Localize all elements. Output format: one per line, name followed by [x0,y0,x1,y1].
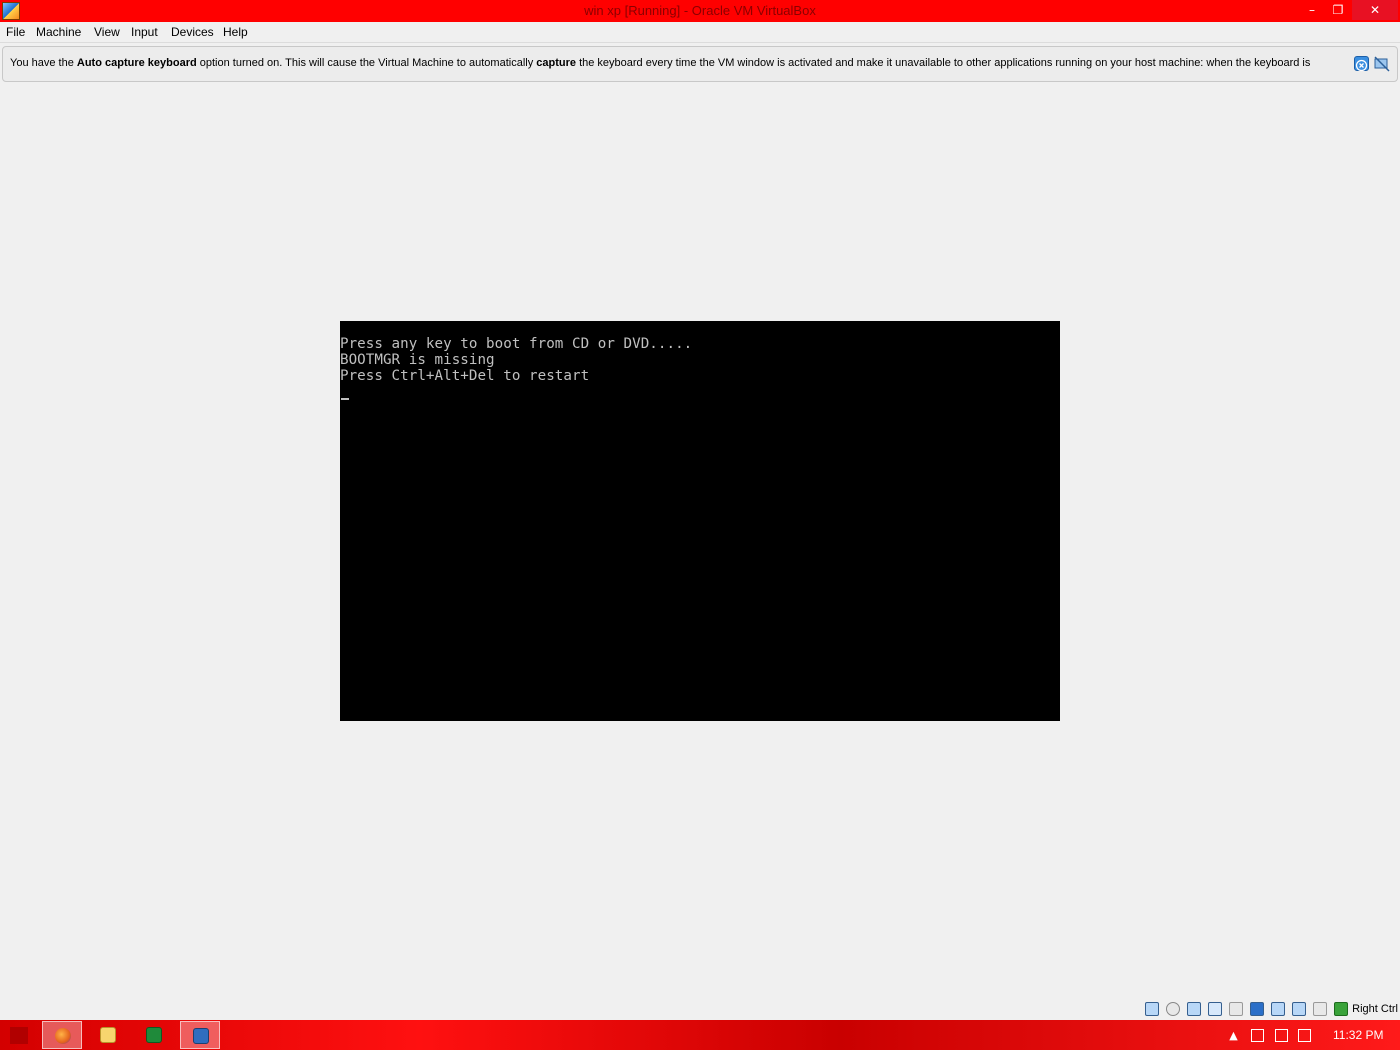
console-line: Press Ctrl+Alt+Del to restart [340,368,590,384]
menu-file[interactable]: File [6,25,25,39]
minimize-button[interactable]: – [1298,0,1326,20]
usb-icon[interactable] [1208,1002,1222,1016]
optical-drive-icon[interactable] [1166,1002,1180,1016]
window-title: win xp [Running] - Oracle VM VirtualBox [584,3,816,18]
taskbar-file-explorer[interactable] [88,1021,128,1049]
close-button[interactable]: ✕ [1352,0,1398,20]
console-line: Press any key to boot from CD or DVD....… [340,336,693,352]
host-key-label: Right Ctrl [1352,1003,1398,1015]
menu-view[interactable]: View [94,25,120,39]
taskbar-excel[interactable] [134,1021,174,1049]
hard-disk-icon[interactable] [1145,1002,1159,1016]
window-title-bar: win xp [Running] - Oracle VM VirtualBox … [0,0,1400,22]
mouse-integration-icon[interactable] [1292,1002,1306,1016]
menu-input[interactable]: Input [131,25,158,39]
notice-bold-part: capture [536,57,577,69]
vm-display[interactable]: Press any key to boot from CD or DVD....… [340,321,1060,721]
notice-text-part: option turned on. This will cause the Vi… [196,57,537,69]
notice-bold-part: Auto capture keyboard [76,57,197,69]
virtualbox-icon [193,1028,209,1044]
notice-text-part: You have the [10,57,77,69]
guest-additions-icon[interactable] [1313,1002,1327,1016]
network-tray-icon[interactable] [1275,1029,1288,1042]
taskbar-clock[interactable]: 11:32 PM [1333,1028,1383,1042]
shared-folders-icon[interactable] [1229,1002,1243,1016]
file-explorer-icon [100,1027,116,1043]
firefox-icon [55,1028,71,1044]
console-cursor [341,398,349,400]
menu-machine[interactable]: Machine [36,25,81,39]
volume-muted-icon[interactable] [1298,1029,1311,1042]
restore-button[interactable]: ❐ [1324,0,1352,20]
taskbar-firefox[interactable] [42,1021,82,1049]
show-hidden-icons-icon[interactable]: ▲ [1227,1029,1240,1042]
taskbar-virtualbox[interactable] [180,1021,220,1049]
display-icon[interactable] [1250,1002,1264,1016]
menu-devices[interactable]: Devices [171,25,214,39]
menu-bar: File Machine View Input Devices Help [0,22,1400,43]
excel-icon [146,1027,162,1043]
video-capture-icon[interactable] [1271,1002,1285,1016]
notice-message: You have the Auto capture keyboard optio… [10,57,1345,69]
do-not-show-again-icon[interactable] [1374,56,1390,72]
host-key-icon[interactable] [1334,1002,1348,1016]
auto-capture-keyboard-notice: You have the Auto capture keyboard optio… [2,46,1398,82]
start-button[interactable] [10,1027,28,1044]
console-line: BOOTMGR is missing [340,352,495,368]
action-center-flag-icon[interactable] [1251,1029,1264,1042]
vm-status-bar: Right Ctrl [0,999,1400,1020]
windows-taskbar: ▲ 11:32 PM [0,1020,1400,1050]
network-icon[interactable] [1187,1002,1201,1016]
info-close-icon[interactable] [1354,56,1369,72]
menu-help[interactable]: Help [223,25,248,39]
notice-text-part: the keyboard every time the VM window is… [576,57,1311,69]
